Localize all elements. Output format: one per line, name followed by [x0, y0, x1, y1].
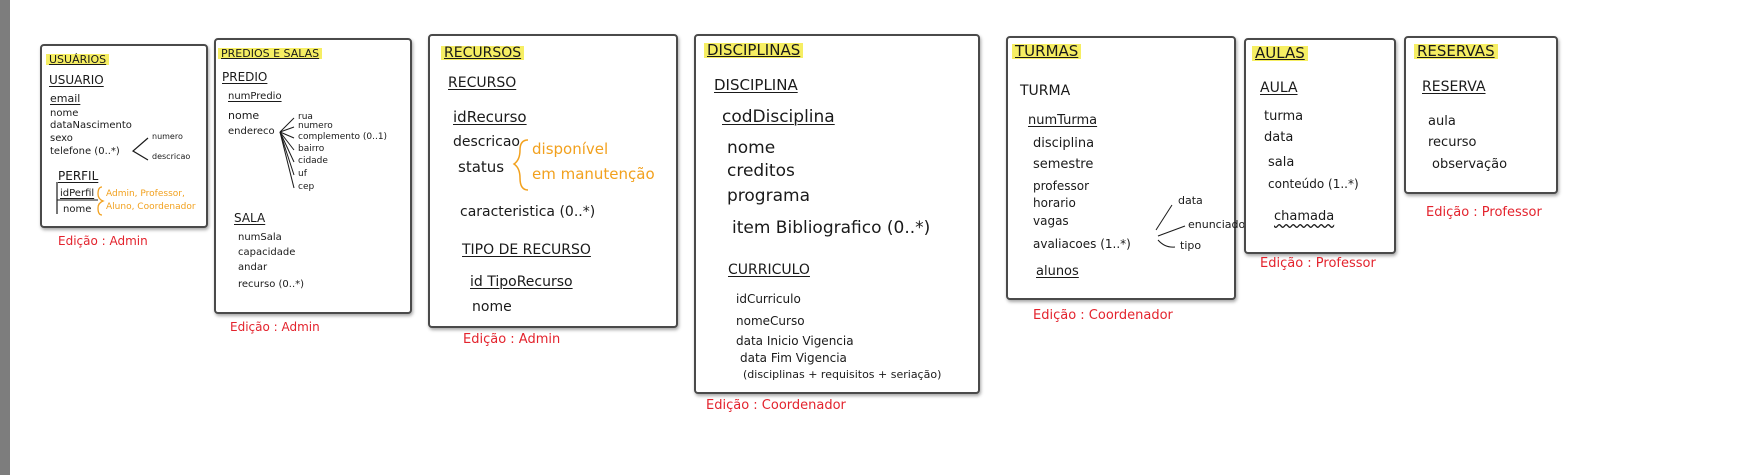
turmas-edition: Edição : Coordenador — [1033, 308, 1173, 323]
reservas-title: RESERVAS — [1414, 44, 1498, 59]
turma-field-alunos: alunos — [1036, 264, 1079, 279]
aula-field-sala: sala — [1268, 155, 1295, 170]
avaliacao-data: data — [1178, 194, 1203, 207]
reserva-field-observacao: observação — [1432, 157, 1508, 172]
reserva-field-aula: aula — [1428, 114, 1456, 129]
reserva-field-recurso: recurso — [1428, 135, 1477, 150]
aula-entity: AULA — [1260, 80, 1298, 96]
aulas-edition: Edição : Professor — [1260, 256, 1376, 271]
aula-field-chamada: chamada — [1274, 209, 1335, 224]
aula-field-conteudo: conteúdo (1..*) — [1268, 177, 1359, 191]
aula-field-data: data — [1264, 130, 1294, 145]
reservas-edition: Edição : Professor — [1426, 205, 1542, 220]
aula-field-turma: turma — [1264, 109, 1304, 124]
avaliacao-tipo: tipo — [1180, 239, 1202, 252]
aulas-title: AULAS — [1252, 46, 1308, 61]
reserva-entity: RESERVA — [1422, 79, 1486, 95]
avaliacao-enunciado: enunciado — [1188, 218, 1246, 231]
